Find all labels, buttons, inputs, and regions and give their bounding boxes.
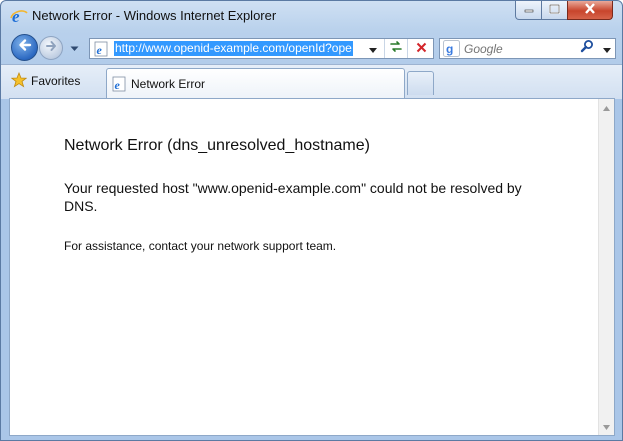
svg-text:e: e bbox=[115, 78, 121, 92]
url-field[interactable]: http://www.openid-example.com/openId?ope bbox=[114, 41, 353, 56]
ie-page-icon: e bbox=[93, 41, 109, 57]
tab-row: Favorites e Network Error bbox=[1, 64, 622, 99]
back-button[interactable] bbox=[11, 34, 38, 61]
tab-label: Network Error bbox=[131, 77, 206, 91]
stop-icon bbox=[416, 40, 427, 58]
google-icon: g bbox=[443, 40, 460, 57]
new-tab-button[interactable] bbox=[407, 71, 434, 95]
refresh-button[interactable] bbox=[384, 39, 407, 58]
ie-page-icon: e bbox=[111, 76, 127, 92]
chevron-down-icon bbox=[369, 40, 377, 58]
star-icon bbox=[10, 71, 28, 91]
maximize-icon bbox=[549, 1, 560, 19]
address-dropdown[interactable] bbox=[366, 39, 380, 58]
magnifier-icon bbox=[580, 39, 594, 58]
scroll-up-button[interactable] bbox=[599, 99, 614, 115]
svg-text:e: e bbox=[97, 43, 103, 57]
scroll-down-button[interactable] bbox=[599, 418, 614, 434]
forward-arrow-icon bbox=[45, 39, 57, 57]
search-input[interactable] bbox=[464, 42, 574, 56]
error-page: Network Error (dns_unresolved_hostname) … bbox=[10, 99, 598, 435]
scroll-up-arrow-icon bbox=[603, 98, 610, 116]
ie-icon: e bbox=[10, 7, 28, 26]
title-bar: e Network Error - Windows Internet Explo… bbox=[1, 1, 622, 31]
svg-text:e: e bbox=[12, 7, 20, 25]
refresh-icon bbox=[389, 40, 403, 58]
close-button[interactable] bbox=[567, 1, 613, 20]
favorites-label: Favorites bbox=[31, 74, 81, 88]
vertical-scrollbar[interactable] bbox=[598, 99, 614, 435]
chevron-down-icon bbox=[70, 39, 79, 57]
recent-pages-dropdown[interactable] bbox=[68, 42, 80, 54]
tab-network-error[interactable]: e Network Error bbox=[106, 68, 405, 98]
address-bar[interactable]: e http://www.openid-example.com/openId?o… bbox=[89, 38, 434, 59]
favorites-button[interactable]: Favorites bbox=[10, 69, 81, 93]
minimize-button[interactable] bbox=[515, 1, 542, 20]
svg-text:g: g bbox=[446, 42, 453, 56]
close-icon bbox=[584, 1, 596, 19]
back-arrow-icon bbox=[18, 38, 32, 57]
window-title: Network Error - Windows Internet Explore… bbox=[32, 8, 277, 23]
error-heading: Network Error (dns_unresolved_hostname) bbox=[64, 137, 370, 154]
forward-button[interactable] bbox=[39, 36, 63, 60]
search-box[interactable]: g bbox=[439, 38, 616, 59]
stop-button[interactable] bbox=[407, 39, 434, 58]
error-message: Your requested host "www.openid-example.… bbox=[64, 180, 522, 214]
scroll-down-arrow-icon bbox=[603, 417, 610, 435]
page-content: Network Error (dns_unresolved_hostname) … bbox=[9, 98, 615, 436]
search-options-dropdown[interactable] bbox=[600, 40, 614, 57]
chevron-down-icon bbox=[603, 40, 611, 58]
maximize-button[interactable] bbox=[541, 1, 568, 20]
assistance-text: For assistance, contact your network sup… bbox=[64, 239, 337, 253]
navigation-bar: e http://www.openid-example.com/openId?o… bbox=[1, 32, 622, 64]
search-button[interactable] bbox=[578, 40, 596, 57]
minimize-icon bbox=[524, 1, 534, 19]
browser-window: e Network Error - Windows Internet Explo… bbox=[0, 0, 623, 441]
